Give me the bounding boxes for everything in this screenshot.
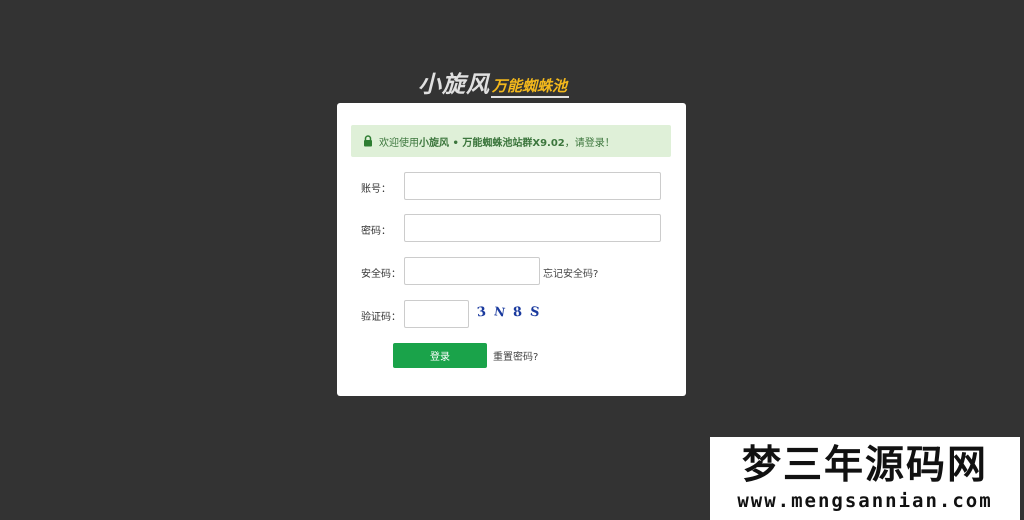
account-input[interactable]	[404, 172, 661, 200]
account-label: 账号：	[361, 184, 391, 195]
login-card: 欢迎使用 小旋风 • 万能蜘蛛池站群X9.02 ，请登录！ 账号： 密码： 安全…	[337, 103, 686, 396]
captcha-input[interactable]	[404, 300, 469, 328]
login-button[interactable]: 登录	[393, 343, 487, 368]
captcha-char: 3	[476, 304, 488, 321]
alert-suffix: ，请登录！	[564, 137, 615, 149]
alert-prefix: 欢迎使用	[379, 137, 419, 149]
welcome-alert: 欢迎使用 小旋风 • 万能蜘蛛池站群X9.02 ，请登录！	[351, 125, 671, 157]
password-input[interactable]	[404, 214, 661, 242]
watermark-banner: 梦三年源码网 www.mengsannian.com	[710, 437, 1020, 520]
logo-main-text: 小旋风	[418, 72, 490, 98]
logo-sub-text: 万能蜘蛛池	[491, 76, 570, 98]
lock-icon	[364, 135, 372, 147]
watermark-url: www.mengsannian.com	[737, 490, 993, 512]
captcha-image[interactable]: 3 N 8 S	[476, 304, 542, 321]
watermark-title: 梦三年源码网	[741, 442, 988, 488]
security-code-label: 安全码：	[361, 269, 401, 280]
security-code-input[interactable]	[404, 257, 540, 285]
captcha-char: N	[493, 304, 508, 320]
captcha-label: 验证码：	[361, 312, 401, 323]
captcha-char: 8	[512, 304, 524, 321]
alert-product-name: 小旋风 • 万能蜘蛛池站群X9.02	[419, 137, 565, 149]
site-logo: 小旋风 万能蜘蛛池	[418, 70, 570, 98]
reset-password-link[interactable]: 重置密码?	[493, 348, 538, 363]
forgot-security-code-link[interactable]: 忘记安全码?	[543, 265, 598, 280]
captcha-char: S	[529, 304, 542, 321]
password-label: 密码：	[361, 226, 391, 237]
